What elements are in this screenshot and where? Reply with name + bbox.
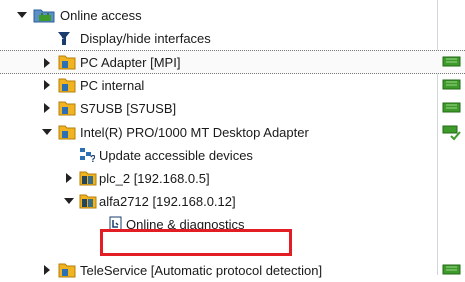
network-connected-check-icon [442,125,461,141]
tree-node-update-accessible-devices[interactable]: ? Update accessible devices [0,144,465,167]
tree-node-label: plc_2 [192.168.0.5] [99,171,210,186]
collapsed-arrow-icon[interactable] [63,172,75,184]
tree-node-teleservice[interactable]: TeleService [Automatic protocol detectio… [0,259,465,282]
tree-node-alfa2712[interactable]: alfa2712 [192.168.0.12] [0,190,465,213]
tree-node-display-hide-interfaces[interactable]: Display/hide interfaces [0,27,465,50]
tree-node-label: S7USB [S7USB] [80,101,177,116]
tree-node-label: Intel(R) PRO/1000 MT Desktop Adapter [80,125,309,140]
interface-folder-icon [58,101,76,116]
tree-node-pc-adapter-mpi[interactable]: PC Adapter [MPI] [0,50,465,74]
tree-node-label: PC internal [80,78,145,93]
project-tree: Online access Display/hide interfaces PC… [0,0,465,278]
interface-folder-icon [58,125,76,140]
expand-arrow-icon[interactable] [16,9,28,21]
device-folder-icon [79,171,97,186]
tree-node-intel-adapter[interactable]: Intel(R) PRO/1000 MT Desktop Adapter [0,121,465,144]
tree-node-label: PC Adapter [MPI] [80,55,181,70]
tree-node-label: Update accessible devices [99,148,253,163]
interface-folder-icon [58,263,76,278]
filter-icon [58,32,70,45]
tree-node-label: Online access [60,8,142,23]
collapsed-arrow-icon[interactable] [41,57,53,69]
tree-node-pc-internal[interactable]: PC internal [0,74,465,97]
network-status-icon [442,56,461,67]
tree-node-label: alfa2712 [192.168.0.12] [99,194,236,209]
tree-node-online-access[interactable]: Online access [0,4,465,27]
interface-folder-icon [58,55,76,70]
tree-node-plc-2[interactable]: plc_2 [192.168.0.5] [0,167,465,190]
collapsed-arrow-icon[interactable] [41,102,53,114]
svg-text:?: ? [90,154,95,163]
update-devices-icon: ? [80,148,95,163]
tree-node-label: TeleService [Automatic protocol detectio… [80,263,323,278]
interface-folder-icon [58,78,76,93]
collapsed-arrow-icon[interactable] [41,264,53,276]
expand-arrow-icon[interactable] [63,195,75,207]
tree-node-s7usb[interactable]: S7USB [S7USB] [0,97,465,120]
network-status-icon [442,79,461,90]
network-status-icon [442,102,461,113]
expand-arrow-icon[interactable] [41,126,53,138]
collapsed-arrow-icon[interactable] [41,79,53,91]
tree-node-label: Display/hide interfaces [80,31,211,46]
device-folder-icon [79,194,97,209]
network-status-icon [442,264,461,275]
online-access-folder-icon [33,9,55,23]
highlight-annotation-box [100,229,292,256]
